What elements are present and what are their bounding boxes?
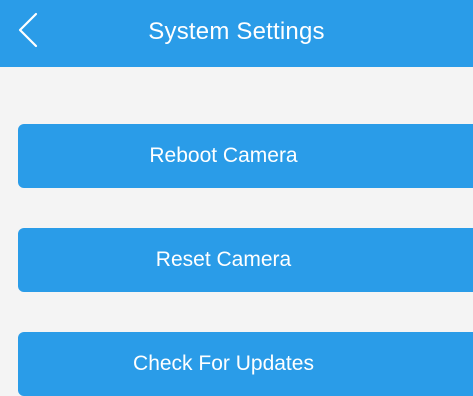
reset-camera-label: Reset Camera [155,248,292,271]
check-for-updates-button[interactable]: Check For Updates [18,332,473,396]
page-title: System Settings [148,18,325,45]
top-app-bar: System Settings [0,0,473,67]
reboot-camera-label: Reboot Camera [149,144,298,167]
check-for-updates-label: Check For Updates [133,352,314,375]
reboot-camera-button[interactable]: Reboot Camera [18,124,473,188]
reset-camera-button[interactable]: Reset Camera [18,228,473,292]
